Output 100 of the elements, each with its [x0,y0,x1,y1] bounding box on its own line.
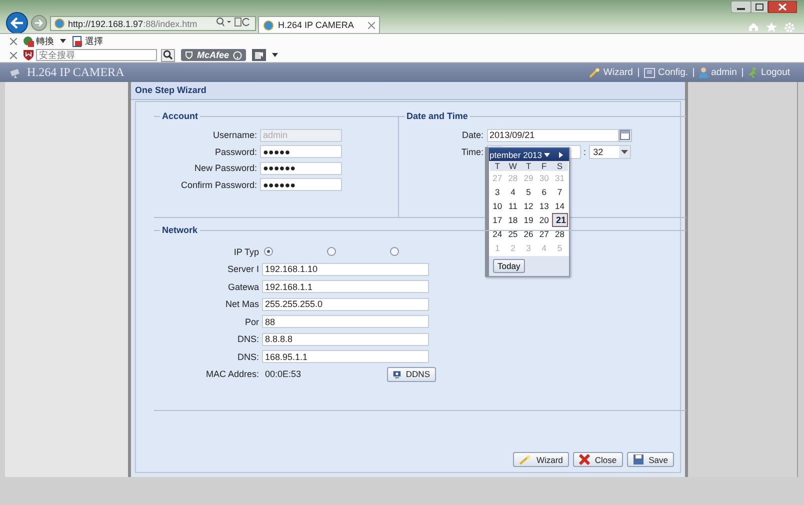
globe-icon [263,20,274,30]
group-legend: Network [160,225,200,235]
field-label: Time: [460,146,485,156]
field-label: Confirm Password: [180,180,258,190]
help-icon [233,50,242,60]
dropdown-icon [544,152,550,156]
field-label: DNS: [236,334,260,344]
radio-button[interactable] [327,247,336,256]
text-field[interactable]: ●●●●●● [260,162,342,174]
mcafee-button[interactable]: McAfee [181,49,246,61]
user-icon [699,67,708,78]
dialog-title: One Step Wizard [131,82,685,100]
text-field[interactable]: 8.8.8.8 [262,332,429,346]
calendar-icon[interactable] [618,128,632,142]
calendar-day[interactable]: 6 [536,185,552,199]
close-icon[interactable] [368,22,375,28]
weekday-label: T [520,161,536,171]
forward-button[interactable] [31,15,47,31]
radio-button[interactable] [390,247,399,256]
minute-select[interactable]: 32 [589,144,632,158]
date-field[interactable]: 2013/09/21 [486,128,619,142]
config-icon [644,68,655,78]
calendar-day[interactable]: 10 [490,199,506,213]
monitor-icon [393,368,401,380]
calendar-day[interactable]: 25 [505,227,521,241]
toolbar-button[interactable]: 選擇 [72,34,103,48]
arrow-right-icon [34,19,44,27]
calendar-day[interactable]: 21 [552,213,568,227]
group-legend: Account [160,111,200,121]
text-field[interactable]: 168.95.1.1 [262,350,429,363]
calendar-day[interactable]: 27 [536,227,552,241]
calendar-day[interactable]: 11 [505,199,521,213]
arrow-left-icon [10,17,24,29]
ddns-button[interactable]: DDNS [387,366,436,382]
group-legend: Date and Time [404,111,470,121]
calendar-day[interactable]: 13 [536,199,552,213]
calendar-day[interactable]: 5 [520,185,536,199]
time-separator: : [582,146,588,156]
wand-icon [589,68,600,78]
dropdown-icon [621,150,628,154]
field-label: New Password: [193,163,258,173]
text-field[interactable]: 192.168.1.1 [262,280,429,293]
calendar-day[interactable]: 19 [520,213,536,227]
running-person-icon [748,67,758,78]
back-button[interactable] [6,12,28,34]
calendar-day[interactable]: 24 [490,227,506,241]
field-label: MAC Addres: [204,369,260,379]
save-icon [632,454,644,465]
dropdown-icon[interactable] [272,53,278,57]
weekday-label: W [505,161,521,171]
url-text: http://192.168.1.97:88/index.htm [68,18,198,28]
wand-icon [519,454,532,464]
calendar-day[interactable]: 17 [490,213,506,227]
radio-button[interactable] [264,247,273,256]
dropdown-icon[interactable] [60,39,66,43]
calendar-day[interactable]: 14 [552,199,568,213]
text-field[interactable]: 88 [262,315,429,328]
calendar-day[interactable]: 4 [505,185,521,199]
field-label: Por [244,316,260,326]
text-field[interactable]: 192.168.1.10 [262,262,429,276]
field-label: Username: [212,130,258,140]
next-month-icon[interactable] [558,152,563,158]
search-icon [163,50,173,60]
field-label: Gatewa [226,282,260,292]
field-label: Date: [461,130,485,140]
calendar-day[interactable]: 7 [552,185,568,199]
field-label: DNS: [236,352,260,362]
field-label: Server I [226,264,260,274]
calendar-day[interactable]: 12 [520,199,536,213]
calendar-day[interactable]: 20 [536,213,552,227]
app-title: H.264 IP CAMERA [27,65,124,80]
search-button[interactable] [161,48,175,62]
text-field[interactable]: 255.255.255.0 [262,298,429,310]
shield-icon [185,51,193,59]
close-icon[interactable] [10,52,17,58]
weekday-label: F [536,161,552,171]
dialog-button[interactable]: Close [572,452,623,467]
toolbar-button[interactable]: 轉換 [23,34,54,48]
text-field[interactable]: ●●●●● [260,145,342,158]
calendar-day[interactable]: 26 [520,227,536,241]
address-bar[interactable]: http://192.168.1.97:88/index.htm [50,16,256,31]
mac-value: 00:0E:53 [264,369,302,379]
camera-icon [10,68,22,78]
dialog-button[interactable]: Save [626,452,674,467]
star-icon[interactable] [766,22,777,32]
globe-icon [54,18,65,29]
search-field[interactable]: 安全搜尋 [36,49,157,61]
window-controls-icon[interactable] [731,1,797,16]
field-label: Net Mas [224,299,260,309]
calendar-day[interactable]: 3 [490,185,506,199]
browser-tab[interactable]: H.264 IP CAMERA [258,16,380,33]
calendar-day[interactable]: 18 [505,213,521,227]
close-icon [578,454,590,465]
calendar-day[interactable]: 28 [552,227,568,241]
dialog-button[interactable]: Wizard [513,452,569,467]
close-icon[interactable] [10,38,17,44]
text-field[interactable]: ●●●●●● [260,178,342,191]
weekday-label: S [552,161,568,171]
toolbar-icon[interactable] [252,49,266,61]
today-button[interactable]: Today [492,259,526,273]
